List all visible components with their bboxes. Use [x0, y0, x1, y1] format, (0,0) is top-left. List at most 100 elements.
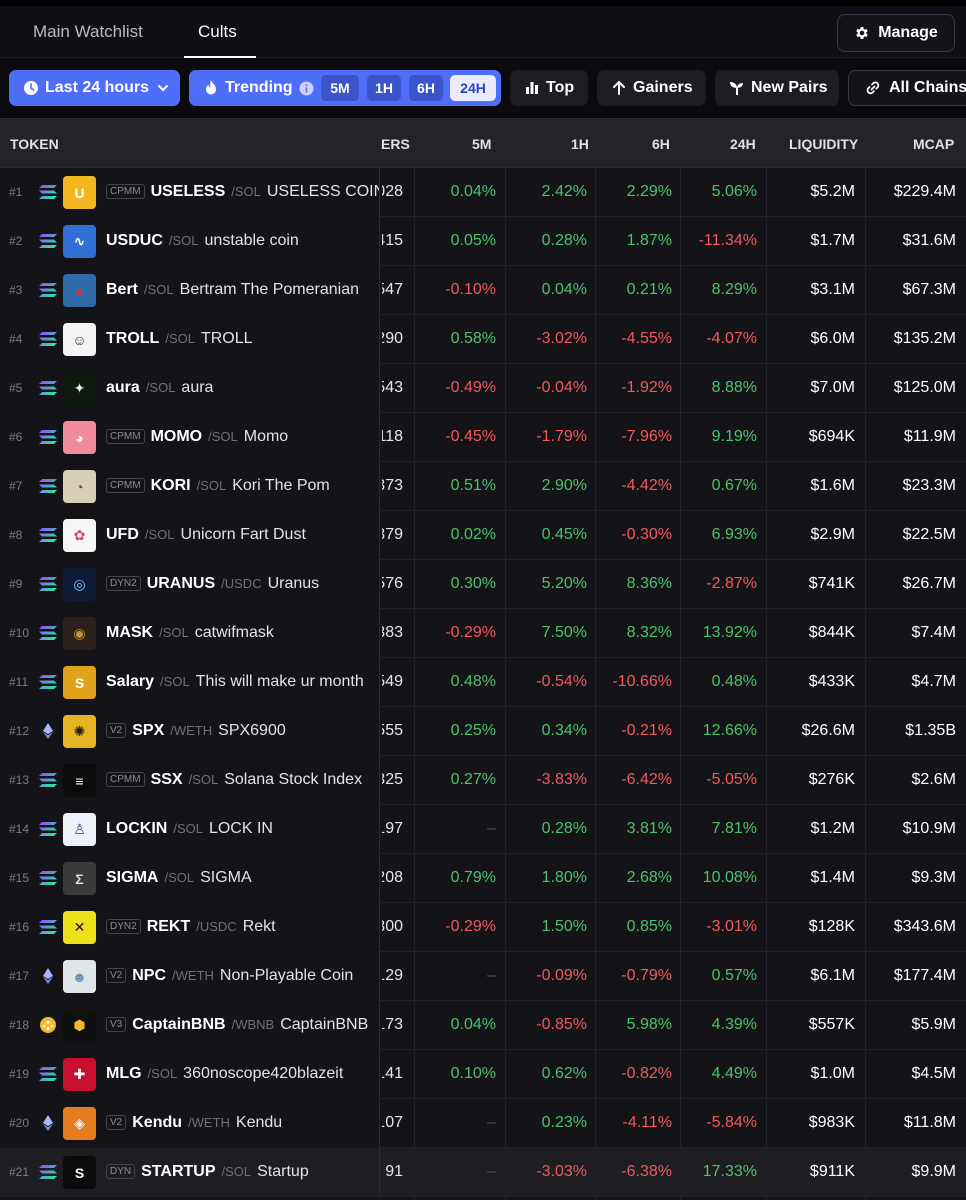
token-cell[interactable]: #3 ● Bert/SOL Bertram The Pomeranian — [0, 266, 380, 315]
table-row[interactable]: #17 ☻ V2 NPC/WETH Non-Playable Coin 129 – -0.09… — [0, 952, 966, 1001]
header-6h[interactable]: 6H — [652, 136, 670, 152]
manage-button[interactable]: Manage — [837, 14, 955, 52]
token-cell[interactable]: #16 ✕ DYN2 REKT/USDC Rekt — [0, 903, 380, 952]
token-cell[interactable]: #20 ◈ V2 Kendu/WETH Kendu — [0, 1099, 380, 1148]
token-cell[interactable]: #14 ♙ LOCKIN/SOL LOCK IN — [0, 805, 380, 854]
token-logo-icon: S — [63, 1156, 96, 1189]
token-cell[interactable]: #1 U CPMM USELESS/SOL USELESS COIN — [0, 168, 380, 217]
segment-5m[interactable]: 5M — [321, 75, 359, 101]
arrow-up-icon — [611, 80, 627, 96]
token-cell[interactable]: #13 ≡ CPMM SSX/SOL Solana Stock Index — [0, 756, 380, 805]
table-row[interactable]: #6 ◕ CPMM MOMO/SOL Momo 118 -0.45% -1.79% -7.96%… — [0, 413, 966, 462]
table-row[interactable]: #7 ◔ CPMM KORI/SOL Kori The Pom 373 0.51% 2.90%… — [0, 462, 966, 511]
table-row[interactable]: #13 ≡ CPMM SSX/SOL Solana Stock Index 325 0.27… — [0, 756, 966, 805]
token-cell[interactable]: #8 ✿ UFD/SOL Unicorn Fart Dust — [0, 511, 380, 560]
table-row[interactable]: #19 ✚ MLG/SOL 360noscope420blazeit 141 0.10% 0… — [0, 1050, 966, 1099]
token-cell[interactable]: #18 ⬢ V3 CaptainBNB/WBNB CaptainBNB — [0, 1001, 380, 1050]
header-24h[interactable]: 24H — [730, 136, 756, 152]
token-cell[interactable]: #12 ✺ V2 SPX/WETH SPX6900 — [0, 707, 380, 756]
rank: #5 — [9, 381, 23, 395]
txns-value: 383 — [382, 624, 403, 641]
table-row[interactable]: #8 ✿ UFD/SOL Unicorn Fart Dust 379 0.02% 0.45%… — [0, 511, 966, 560]
change-24h: 4.49% — [711, 1065, 757, 1082]
token-label: Bert/SOL Bertram The Pomeranian — [106, 281, 359, 299]
gainers-filter-button[interactable]: Gainers — [597, 70, 706, 106]
token-cell[interactable]: #15 Σ SIGMA/SOL SIGMA — [0, 854, 380, 903]
token-logo-icon: ✕ — [63, 911, 96, 944]
pool-badge: CPMM — [106, 478, 145, 493]
token-label: MASK/SOL catwifmask — [106, 624, 274, 642]
token-cell[interactable]: #21 S DYN STARTUP/SOL Startup — [0, 1148, 380, 1197]
token-cell[interactable]: #4 ☺ TROLL/SOL TROLL — [0, 315, 380, 364]
all-chains-dropdown[interactable]: All Chains — [848, 70, 966, 106]
mcap-value: $4.7M — [911, 673, 956, 690]
segment-24h[interactable]: 24H — [450, 75, 496, 101]
table-row[interactable]: #20 ◈ V2 Kendu/WETH Kendu 107 – 0.23% -4.11% -5.8… — [0, 1099, 966, 1148]
token-name: Non-Playable Coin — [219, 967, 354, 984]
token-cell[interactable]: #9 ◎ DYN2 URANUS/USDC Uranus — [0, 560, 380, 609]
token-cell[interactable]: #2 ∿ USDUC/SOL unstable coin — [0, 217, 380, 266]
top-filter-button[interactable]: Top — [510, 70, 588, 106]
quote-token: /WETH — [170, 723, 213, 738]
header-liquidity[interactable]: LIQUIDITY — [789, 136, 858, 152]
token-name: CaptainBNB — [280, 1016, 369, 1033]
trending-filter[interactable]: Trending 5M 1H 6H 24H — [189, 70, 501, 106]
mcap-value: $11.8M — [903, 1114, 956, 1131]
mcap-value: $22.5M — [902, 526, 956, 543]
mcap-value: $229.4M — [893, 183, 956, 200]
table-row[interactable]: #11 S Salary/SOL This will make ur month 549… — [0, 658, 966, 707]
change-1h: -3.02% — [536, 330, 587, 347]
change-6h: -0.30% — [621, 526, 672, 543]
segment-6h[interactable]: 6H — [409, 75, 443, 101]
mcap-value: $26.7M — [902, 575, 956, 592]
table-row[interactable]: #4 ☺ TROLL/SOL TROLL 290 0.58% -3.02% -4.55% -4.… — [0, 315, 966, 364]
segment-1h[interactable]: 1H — [367, 75, 401, 101]
tab-cults[interactable]: Cults — [198, 22, 237, 42]
header-1h[interactable]: 1H — [571, 136, 589, 152]
table-row[interactable]: #3 ● Bert/SOL Bertram The Pomeranian 547 -0.1… — [0, 266, 966, 315]
token-label: V2 SPX/WETH SPX6900 — [106, 722, 286, 740]
trending-label: Trending — [225, 79, 293, 96]
token-cell[interactable]: #19 ✚ MLG/SOL 360noscope420blazeit — [0, 1050, 380, 1099]
change-6h: -10.66% — [612, 673, 672, 690]
table-row[interactable]: #10 ◉ MASK/SOL catwifmask 383 -0.29% 7.50% 8.32… — [0, 609, 966, 658]
table-row[interactable]: #2 ∿ USDUC/SOL unstable coin 415 0.05% 0.28% 1.… — [0, 217, 966, 266]
change-6h: -7.96% — [621, 428, 672, 445]
change-24h: -2.87% — [706, 575, 757, 592]
change-1h: 0.34% — [541, 722, 587, 739]
table-row[interactable]: #21 S DYN STARTUP/SOL Startup 91 – -3.03% -6.38%… — [0, 1148, 966, 1197]
header-token[interactable]: TOKEN — [10, 136, 59, 152]
token-cell[interactable]: #7 ◔ CPMM KORI/SOL Kori The Pom — [0, 462, 380, 511]
table-row[interactable]: #9 ◎ DYN2 URANUS/USDC Uranus 576 0.30% 5.20% 8.3… — [0, 560, 966, 609]
time-range-dropdown[interactable]: Last 24 hours — [9, 70, 180, 106]
header-txns[interactable]: ERS — [381, 136, 410, 152]
rank: #15 — [9, 871, 30, 885]
table-row[interactable]: #12 ✺ V2 SPX/WETH SPX6900 555 0.25% 0.34% -0.21%… — [0, 707, 966, 756]
token-logo-icon: ◕ — [63, 421, 96, 454]
tab-main-watchlist[interactable]: Main Watchlist — [33, 22, 143, 42]
sol-chain-icon — [38, 184, 58, 200]
table-row[interactable]: #14 ♙ LOCKIN/SOL LOCK IN 197 – 0.28% 3.81% 7.81%… — [0, 805, 966, 854]
table-row[interactable]: #16 ✕ DYN2 REKT/USDC Rekt 300 -0.29% 1.50% 0.85%… — [0, 903, 966, 952]
token-cell[interactable]: #10 ◉ MASK/SOL catwifmask — [0, 609, 380, 658]
table-row[interactable]: #18 ⬢ V3 CaptainBNB/WBNB CaptainBNB 173 0.04% -… — [0, 1001, 966, 1050]
token-cell[interactable]: #11 S Salary/SOL This will make ur month — [0, 658, 380, 707]
sol-chain-icon — [38, 282, 58, 298]
txns-value: 300 — [382, 918, 403, 935]
token-label: CPMM USELESS/SOL USELESS COIN — [106, 183, 379, 201]
header-5m[interactable]: 5M — [472, 136, 491, 152]
new-pairs-filter-button[interactable]: New Pairs — [715, 70, 839, 106]
new-pairs-label: New Pairs — [751, 79, 828, 96]
token-cell[interactable]: #5 ✦ aura/SOL aura — [0, 364, 380, 413]
change-1h: -0.04% — [536, 379, 587, 396]
table-row[interactable]: #1 U CPMM USELESS/SOL USELESS COIN028 0.04% 2.… — [0, 168, 966, 217]
token-name: 360noscope420blazeit — [183, 1065, 344, 1082]
table-row[interactable]: #15 Σ SIGMA/SOL SIGMA 208 0.79% 1.80% 2.68% 10.0… — [0, 854, 966, 903]
all-chains-label: All Chains — [889, 79, 966, 96]
sol-chain-icon — [38, 576, 58, 592]
token-cell[interactable]: #17 ☻ V2 NPC/WETH Non-Playable Coin — [0, 952, 380, 1001]
info-icon[interactable] — [299, 80, 315, 96]
table-row[interactable]: #5 ✦ aura/SOL aura 543 -0.49% -0.04% -1.92% 8.88… — [0, 364, 966, 413]
token-cell[interactable]: #6 ◕ CPMM MOMO/SOL Momo — [0, 413, 380, 462]
header-mcap[interactable]: MCAP — [913, 136, 954, 152]
